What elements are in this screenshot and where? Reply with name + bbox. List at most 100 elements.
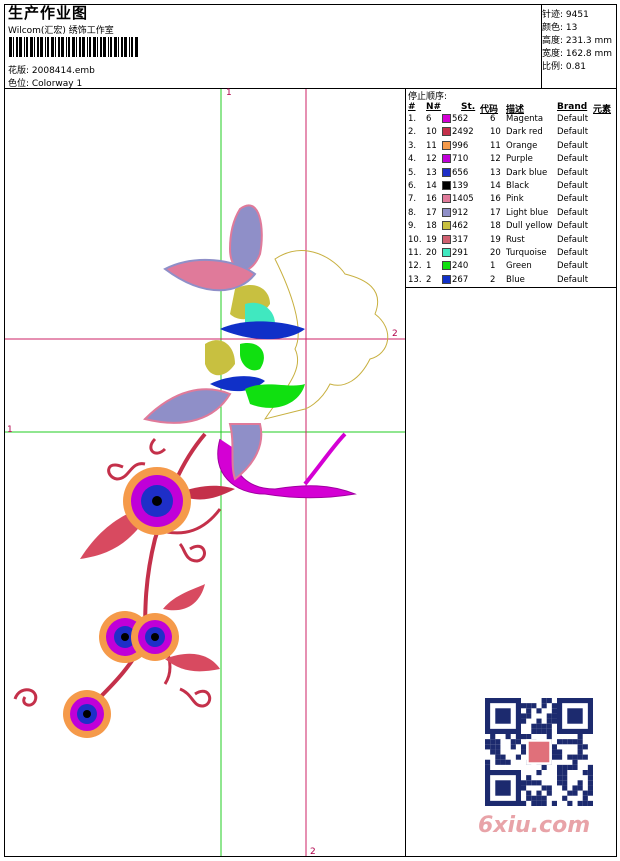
row-n: 18 bbox=[426, 221, 437, 232]
row-description: Orange bbox=[506, 140, 538, 151]
axis-label-bottom: 2 bbox=[310, 847, 316, 857]
row-code: 2 bbox=[490, 274, 496, 285]
row-brand: Default bbox=[557, 207, 589, 218]
row-index: 2. bbox=[408, 127, 417, 138]
colorway-label: 色位: Colorway 1 bbox=[8, 79, 83, 89]
row-index: 9. bbox=[408, 221, 417, 232]
barcode bbox=[9, 37, 138, 57]
row-stitches: 710 bbox=[452, 154, 469, 165]
table-row: 9. 18 462 18 Dull yellow Default bbox=[406, 221, 617, 234]
row-index: 6. bbox=[408, 181, 417, 191]
leaf-right-2 bbox=[165, 653, 220, 672]
bud-green-1 bbox=[240, 343, 264, 371]
row-stitches: 291 bbox=[452, 248, 469, 258]
table-row: 8. 17 912 17 Light blue Default bbox=[406, 207, 617, 221]
flower-small bbox=[63, 690, 111, 738]
row-code: 17 bbox=[490, 207, 501, 218]
row-index: 4. bbox=[408, 154, 417, 165]
flower-middle-right bbox=[131, 613, 179, 661]
design-width: 宽度: 162.8 mm bbox=[542, 49, 613, 59]
row-brand: Default bbox=[557, 167, 589, 178]
row-n: 19 bbox=[426, 234, 437, 245]
row-n: 13 bbox=[426, 167, 437, 178]
table-row: 6. 14 139 14 Black Default bbox=[406, 181, 617, 194]
row-code: 13 bbox=[490, 167, 501, 178]
magenta-stem bbox=[303, 432, 347, 486]
watermark-site: 6xiu.com bbox=[478, 813, 591, 838]
color-swatch bbox=[442, 221, 451, 231]
row-stitches: 912 bbox=[452, 207, 469, 218]
leaf-right-1 bbox=[163, 584, 205, 611]
color-swatch bbox=[442, 140, 451, 150]
row-description: Dull yellow bbox=[506, 221, 553, 232]
row-description: Light blue bbox=[506, 207, 549, 218]
design-preview bbox=[5, 89, 405, 856]
row-description: Green bbox=[506, 261, 532, 272]
row-description: Pink bbox=[506, 194, 524, 205]
row-description: Turquoise bbox=[506, 248, 547, 258]
row-stitches: 562 bbox=[452, 114, 469, 124]
table-row: 4. 12 710 12 Purple Default bbox=[406, 154, 617, 167]
row-code: 6 bbox=[490, 114, 496, 124]
row-stitches: 139 bbox=[452, 181, 469, 191]
row-description: Purple bbox=[506, 154, 533, 165]
row-index: 12. bbox=[408, 261, 422, 272]
row-brand: Default bbox=[557, 181, 589, 191]
row-stitches: 1405 bbox=[452, 194, 474, 205]
curl-5 bbox=[149, 437, 167, 455]
stop-sequence-header: # N# St. 代码 描述 Brand 元素 bbox=[406, 102, 617, 115]
row-description: Blue bbox=[506, 274, 525, 285]
row-n: 14 bbox=[426, 181, 437, 191]
stop-sequence-title: 停止顺序: bbox=[408, 92, 448, 102]
row-code: 20 bbox=[490, 248, 501, 258]
row-brand: Default bbox=[557, 127, 589, 138]
color-swatch bbox=[442, 234, 451, 244]
bud-yellow-2 bbox=[205, 340, 235, 376]
color-swatch bbox=[442, 194, 451, 204]
row-stitches: 317 bbox=[452, 234, 469, 245]
row-description: Dark blue bbox=[506, 167, 548, 178]
row-description: Black bbox=[506, 181, 529, 191]
row-code: 12 bbox=[490, 154, 501, 165]
row-n: 16 bbox=[426, 194, 437, 205]
design-height: 高度: 231.3 mm bbox=[542, 36, 613, 46]
petal-lower bbox=[228, 423, 263, 481]
row-description: Dark red bbox=[506, 127, 543, 138]
table-row: 13. 2 267 2 Blue Default bbox=[406, 274, 617, 288]
row-brand: Default bbox=[557, 154, 589, 165]
axis-label-left: 1 bbox=[7, 425, 13, 435]
col-brand: Brand bbox=[557, 102, 588, 112]
color-swatch bbox=[442, 274, 451, 284]
table-row: 7. 16 1405 16 Pink Default bbox=[406, 194, 617, 207]
row-index: 11. bbox=[408, 248, 422, 258]
row-brand: Default bbox=[557, 114, 589, 124]
row-code: 16 bbox=[490, 194, 501, 205]
stitch-count: 针迹: 9451 bbox=[542, 10, 589, 20]
row-n: 11 bbox=[426, 140, 437, 151]
leaf-green bbox=[245, 384, 305, 408]
row-code: 1 bbox=[490, 261, 496, 272]
design-file-label: 花版: 2008414.emb bbox=[8, 66, 95, 76]
row-index: 13. bbox=[408, 274, 422, 285]
row-brand: Default bbox=[557, 140, 589, 151]
petal-lower-left bbox=[143, 388, 232, 424]
row-index: 8. bbox=[408, 207, 417, 218]
row-n: 10 bbox=[426, 127, 437, 138]
col-hash: # bbox=[408, 102, 416, 112]
row-brand: Default bbox=[557, 221, 589, 232]
row-n: 12 bbox=[426, 154, 437, 165]
row-code: 11 bbox=[490, 140, 501, 151]
row-description: Magenta bbox=[506, 114, 544, 124]
qr-code bbox=[485, 698, 593, 806]
row-stitches: 240 bbox=[452, 261, 469, 272]
row-code: 14 bbox=[490, 181, 501, 191]
studio-subtitle: Wilcom(汇宏) 绣饰工作室 bbox=[8, 26, 114, 36]
row-brand: Default bbox=[557, 274, 589, 285]
row-code: 10 bbox=[490, 127, 501, 138]
color-swatch bbox=[442, 167, 451, 177]
row-brand: Default bbox=[557, 194, 589, 205]
row-description: Rust bbox=[506, 234, 525, 245]
row-brand: Default bbox=[557, 248, 589, 258]
table-row: 2. 10 2492 10 Dark red Default bbox=[406, 127, 617, 140]
color-swatch bbox=[442, 127, 451, 137]
